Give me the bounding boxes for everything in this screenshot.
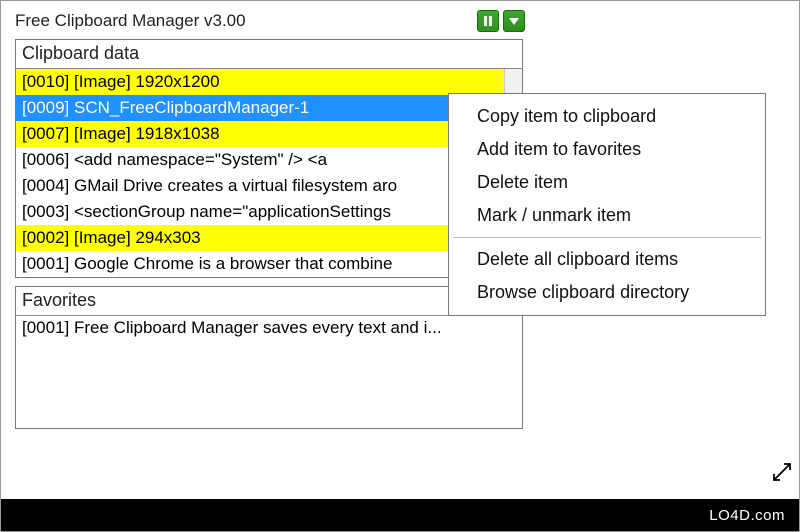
clipboard-panel: Clipboard data [0010] [Image] 1920x1200[… [15,39,523,278]
favorites-panel-header: Favorites [16,287,522,316]
context-menu-separator [453,237,761,238]
window-title: Free Clipboard Manager v3.00 [15,11,477,31]
favorites-list[interactable]: [0001] Free Clipboard Manager saves ever… [16,316,522,428]
app-frame: Free Clipboard Manager v3.00 Clipboard d… [0,0,800,532]
context-menu-item[interactable]: Copy item to clipboard [449,100,765,133]
clipboard-row[interactable]: [0009] SCN_FreeClipboardManager-1 [16,95,504,121]
resize-icon [771,461,793,483]
pause-icon [482,15,494,27]
context-menu-item[interactable]: Add item to favorites [449,133,765,166]
resize-handle[interactable] [771,461,793,483]
context-menu-item[interactable]: Delete item [449,166,765,199]
titlebar: Free Clipboard Manager v3.00 [9,7,529,35]
clipboard-row[interactable]: [0010] [Image] 1920x1200 [16,69,504,95]
context-menu-item[interactable]: Browse clipboard directory [449,276,765,309]
context-menu: Copy item to clipboardAdd item to favori… [448,93,766,316]
favorites-panel: Favorites [0001] Free Clipboard Manager … [15,286,523,429]
clipboard-row[interactable]: [0002] [Image] 294x303 [16,225,504,251]
chevron-down-icon [508,15,520,27]
clipboard-row[interactable]: [0003] <sectionGroup name="applicationSe… [16,199,504,225]
clipboard-row[interactable]: [0007] [Image] 1918x1038 [16,121,504,147]
context-menu-item[interactable]: Mark / unmark item [449,199,765,232]
clipboard-row[interactable]: [0006] <add namespace="System" /> <a [16,147,504,173]
footer-bar: LO4D.com [1,499,799,531]
clipboard-panel-header: Clipboard data [16,40,522,69]
clipboard-list[interactable]: [0010] [Image] 1920x1200[0009] SCN_FreeC… [16,69,522,277]
clipboard-row[interactable]: [0004] GMail Drive creates a virtual fil… [16,173,504,199]
context-menu-item[interactable]: Delete all clipboard items [449,243,765,276]
favorites-row[interactable]: [0001] Free Clipboard Manager saves ever… [22,318,516,338]
menu-dropdown-button[interactable] [503,10,525,32]
pause-button[interactable] [477,10,499,32]
clipboard-row[interactable]: [0001] Google Chrome is a browser that c… [16,251,504,277]
titlebar-buttons [477,10,525,32]
footer-brand: LO4D.com [709,507,785,524]
